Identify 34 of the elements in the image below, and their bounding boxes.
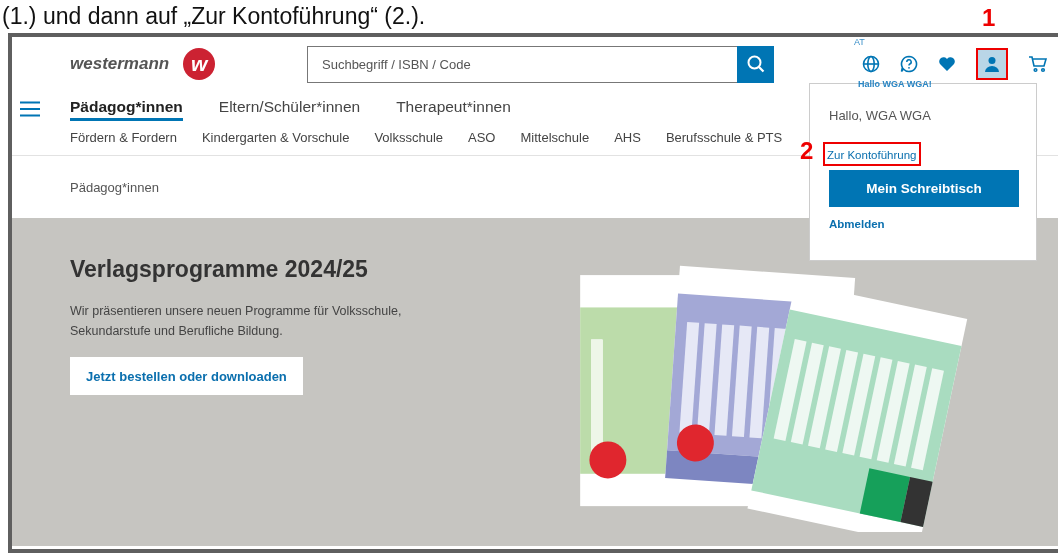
school-link[interactable]: Kindergarten & Vorschule (201, 129, 350, 145)
logout-link[interactable]: Abmelden (829, 218, 885, 230)
menu-icon[interactable] (20, 101, 40, 117)
help-icon[interactable] (900, 55, 918, 73)
globe-icon[interactable] (862, 55, 880, 73)
region-label[interactable]: AT (854, 37, 865, 47)
menu-greeting: Hallo, WGA WGA (829, 108, 931, 123)
heart-icon[interactable] (938, 56, 956, 72)
banner-title: Verlagsprogramme 2024/25 (70, 256, 369, 283)
school-link[interactable]: Fördern & Fordern (70, 129, 177, 145)
search-button[interactable] (737, 45, 774, 83)
user-icon (984, 56, 1000, 72)
account-button[interactable] (976, 48, 1008, 80)
instruction-text: (1.) und dann auf „Zur Kontoführung“ (2.). (1, 2, 426, 30)
audience-tab[interactable]: Eltern/Schüler*innen (218, 97, 361, 121)
school-link[interactable]: AHS (614, 129, 641, 145)
search-field[interactable]: Suchbegriff / ISBN / Code (307, 45, 737, 83)
school-link[interactable]: Berufsschule & PTS (665, 129, 783, 145)
order-button[interactable]: Jetzt bestellen oder downloaden (70, 357, 303, 395)
breadcrumb[interactable]: Pädagog*innen (70, 179, 159, 195)
search-icon (746, 55, 765, 73)
audience-tab[interactable]: Therapeut*innen (396, 97, 511, 121)
banner-text: Wir präsentieren unsere neuen Programme für Volksschule, Sekundarstufe und Berufliche Bildung. (70, 303, 403, 340)
logo-text[interactable]: westermann (70, 54, 170, 74)
cart-icon[interactable] (1028, 55, 1048, 73)
account-link[interactable]: Zur Kontoführung (823, 142, 921, 166)
audience-tab[interactable]: Pädagog*innen (70, 97, 183, 121)
annotation-number: 2 (800, 139, 814, 163)
school-link[interactable]: Volksschule (374, 129, 444, 145)
desk-button[interactable]: Mein Schreibtisch (829, 170, 1019, 207)
school-link[interactable]: Mittelschule (520, 129, 590, 145)
greeting-text: Hallo WGA WGA! (858, 79, 932, 89)
logo-mark[interactable]: w (183, 48, 216, 80)
school-link[interactable]: ASO (468, 129, 496, 145)
